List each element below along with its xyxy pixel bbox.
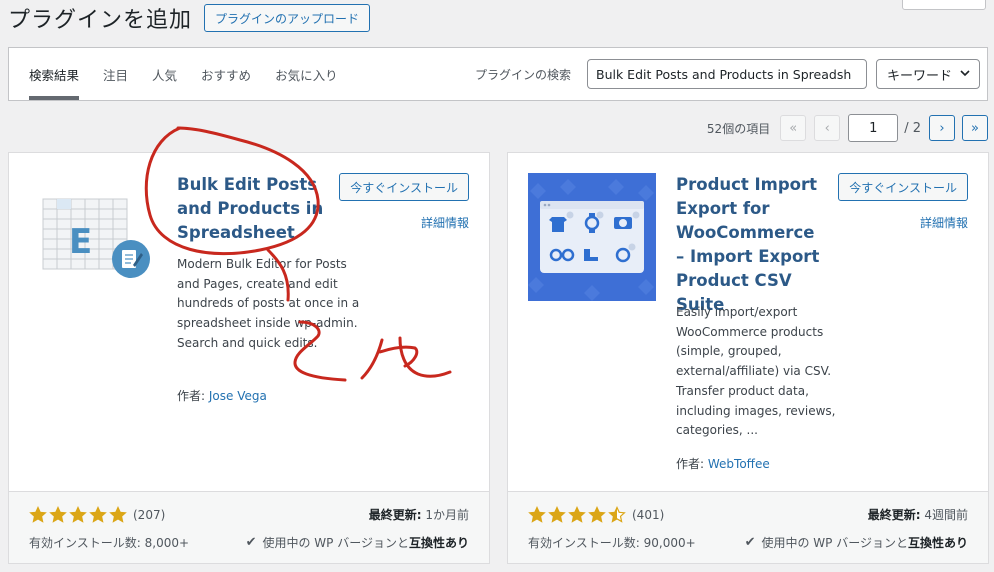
star-filled-icon xyxy=(69,506,87,523)
help-tab-button[interactable] xyxy=(902,0,986,10)
plugin-name-link[interactable]: Product Import Export for WooCommerce – … xyxy=(676,173,826,317)
compatibility: ✔ 使用中の WP バージョンと 互換性あり xyxy=(745,534,968,551)
upload-plugin-button[interactable]: プラグインのアップロード xyxy=(204,4,371,32)
plugin-card-top: Product Import Export for WooCommerce – … xyxy=(508,153,988,493)
compat-text: 使用中の WP バージョンと xyxy=(262,536,409,550)
plugin-card-bottom: (207) 有効インストール数: 8,000+ 最終更新: 1か月前 ✔ 使用中… xyxy=(9,491,489,563)
install-now-button[interactable]: 今すぐインストール xyxy=(339,173,469,201)
plugin-card-bottom: (401) 有効インストール数: 90,000+ 最終更新: 4週間前 ✔ 使用… xyxy=(508,491,988,563)
plugin-author: 作者: WebToffee xyxy=(676,455,770,472)
spreadsheet-edit-icon[interactable]: E xyxy=(29,173,157,301)
compat-status: 互換性あり xyxy=(408,536,469,550)
next-page-button[interactable]: › xyxy=(929,115,955,141)
filter-bar: 検索結果 注目 人気 おすすめ お気に入り プラグインの検索 Bulk Edit… xyxy=(8,47,988,101)
pagination: 52個の項目 « ‹ 1 / 2 › » xyxy=(707,114,988,142)
page-title: プラグインを追加 xyxy=(8,8,193,33)
star-filled-icon xyxy=(548,506,566,523)
stars-group xyxy=(528,506,628,524)
more-details-link[interactable]: 詳細情報 xyxy=(421,214,469,231)
star-rating: (207) xyxy=(29,506,165,524)
checkmark-icon: ✔ xyxy=(245,535,257,550)
rating-count[interactable]: (207) xyxy=(133,508,165,522)
total-pages: / 2 xyxy=(904,120,921,136)
install-now-button[interactable]: 今すぐインストール xyxy=(838,173,968,201)
last-updated: 最終更新: 4週間前 xyxy=(868,506,968,523)
stars-group xyxy=(29,506,129,524)
last-updated-value: 4週間前 xyxy=(924,508,968,522)
filter-tabs: 検索結果 注目 人気 おすすめ お気に入り xyxy=(29,48,362,100)
tab-search-results[interactable]: 検索結果 xyxy=(29,48,80,100)
star-half-icon xyxy=(608,506,626,523)
more-details-link[interactable]: 詳細情報 xyxy=(920,214,968,231)
star-filled-icon xyxy=(109,506,127,523)
last-updated-value: 1か月前 xyxy=(425,508,469,522)
prev-page-button[interactable]: ‹ xyxy=(814,115,841,141)
active-installs: 有効インストール数: 90,000+ xyxy=(528,536,696,550)
tab-favorites[interactable]: お気に入り xyxy=(275,48,338,100)
rating-count[interactable]: (401) xyxy=(632,508,664,522)
last-updated: 最終更新: 1か月前 xyxy=(369,506,469,523)
tab-popular[interactable]: 人気 xyxy=(152,48,177,100)
star-filled-icon xyxy=(528,506,546,523)
plugin-card: E Bulk Edit Posts and Products in Spread… xyxy=(8,152,490,564)
author-prefix: 作者: xyxy=(676,457,705,471)
compat-status: 互換性あり xyxy=(907,536,968,550)
plugin-author: 作者: Jose Vega xyxy=(177,387,267,404)
search-label: プラグインの検索 xyxy=(475,68,572,82)
chevron-down-icon xyxy=(959,67,971,82)
last-updated-label: 最終更新: xyxy=(368,508,422,522)
last-updated-label: 最終更新: xyxy=(867,508,921,522)
first-page-button[interactable]: « xyxy=(780,115,807,141)
plugin-description: Modern Bulk Editor for Posts and Pages, … xyxy=(177,257,360,350)
star-filled-icon xyxy=(29,506,47,523)
star-filled-icon xyxy=(49,506,67,523)
star-filled-icon xyxy=(568,506,586,523)
product-import-icon[interactable] xyxy=(528,173,656,301)
compat-text: 使用中の WP バージョンと xyxy=(761,536,908,550)
svg-text:E: E xyxy=(69,222,92,262)
tab-featured[interactable]: 注目 xyxy=(103,48,128,100)
plugin-card: Product Import Export for WooCommerce – … xyxy=(507,152,989,564)
current-page-input[interactable]: 1 xyxy=(848,114,899,142)
star-rating: (401) xyxy=(528,506,664,524)
search-type-select[interactable]: キーワード xyxy=(876,59,980,89)
item-count: 52個の項目 xyxy=(706,121,771,136)
search-type-value: キーワード xyxy=(887,68,953,84)
compatibility: ✔ 使用中の WP バージョンと 互換性あり xyxy=(246,534,469,551)
author-link[interactable]: Jose Vega xyxy=(209,389,267,403)
star-filled-icon xyxy=(89,506,107,523)
checkmark-icon: ✔ xyxy=(744,535,756,550)
tab-recommended[interactable]: おすすめ xyxy=(201,48,251,100)
plugin-name-link[interactable]: Bulk Edit Posts and Products in Spreadsh… xyxy=(177,173,327,245)
author-prefix: 作者: xyxy=(177,389,206,403)
plugin-description: Easily import/export WooCommerce product… xyxy=(676,305,836,438)
search-input[interactable]: Bulk Edit Posts and Products in Spreadsh xyxy=(587,59,867,89)
plugin-card-top: E Bulk Edit Posts and Products in Spread… xyxy=(9,153,489,493)
last-page-button[interactable]: » xyxy=(962,115,988,141)
author-link[interactable]: WebToffee xyxy=(708,457,770,471)
star-filled-icon xyxy=(588,506,606,523)
active-installs: 有効インストール数: 8,000+ xyxy=(29,536,190,550)
search-input-value: Bulk Edit Posts and Products in Spreadsh xyxy=(596,66,852,82)
page-header: プラグインを追加 プラグインのアップロード xyxy=(8,0,371,36)
